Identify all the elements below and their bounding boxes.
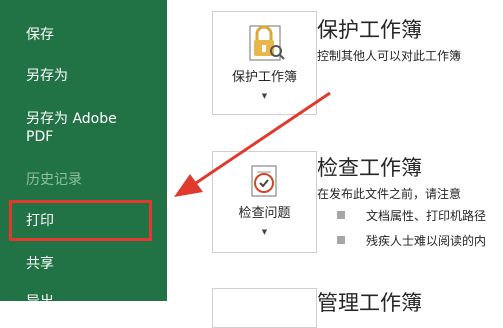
annotation-arrow xyxy=(174,91,331,197)
